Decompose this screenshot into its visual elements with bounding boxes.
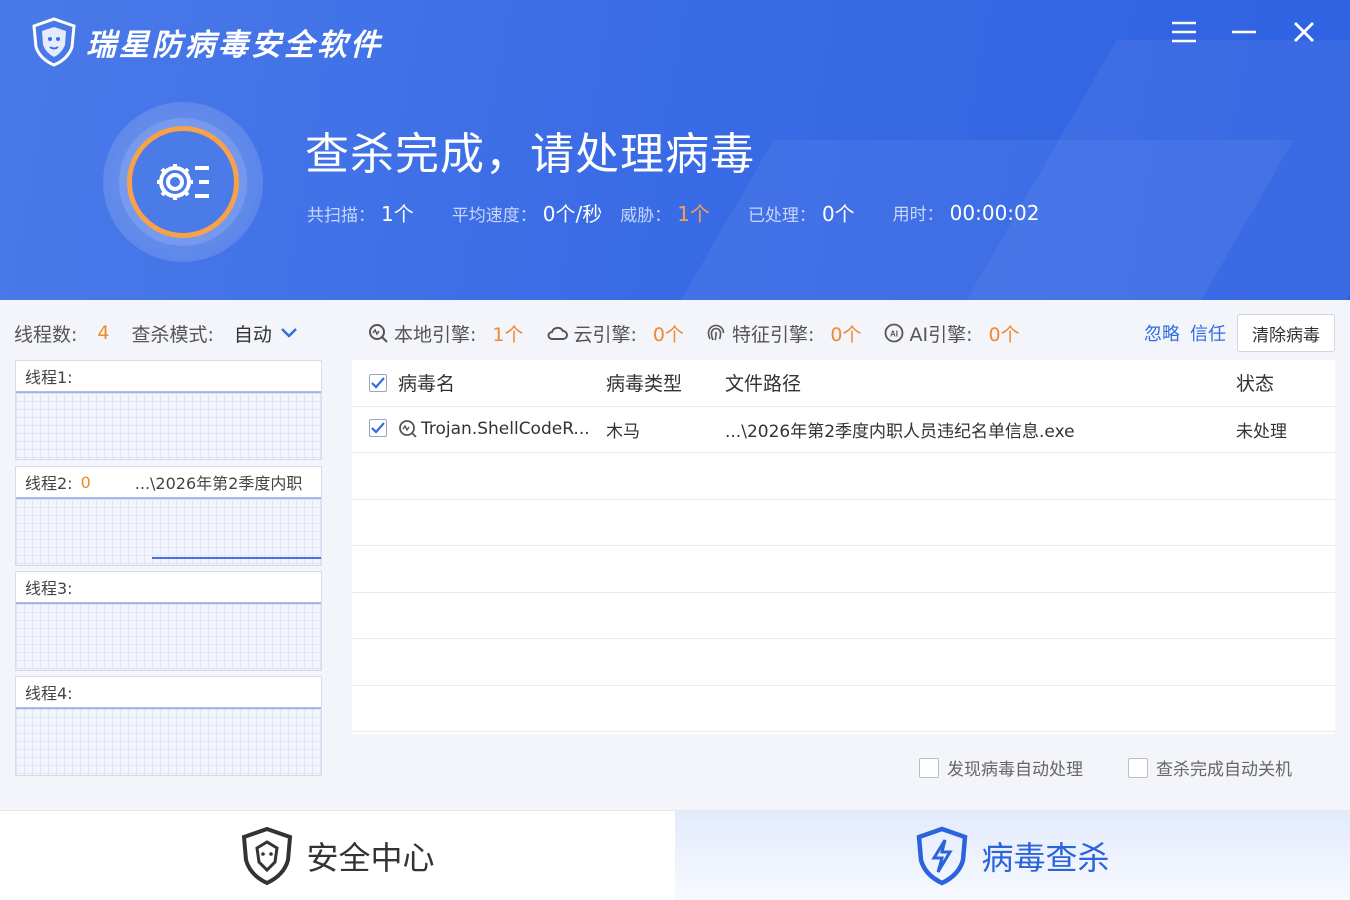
column-header-status[interactable]: 状态 xyxy=(1236,369,1274,396)
local-engine-icon xyxy=(369,324,388,343)
tab-virus-scan[interactable]: 病毒查杀 xyxy=(675,811,1350,900)
select-all-checkbox[interactable] xyxy=(369,372,387,394)
scan-mode-dropdown[interactable]: 自动 xyxy=(234,320,298,347)
table-row-empty xyxy=(352,593,1335,639)
thread-activity-graph xyxy=(16,498,321,565)
table-row-empty xyxy=(352,546,1335,593)
thread-activity-graph xyxy=(16,603,321,670)
thread-monitor-4: 线程4: xyxy=(15,676,322,776)
tab-security-center[interactable]: 安全中心 xyxy=(0,811,675,900)
clear-virus-button[interactable]: 清除病毒 xyxy=(1237,314,1335,352)
header-banner: 瑞星防病毒安全软件 查杀完成，请处理病毒 共扫描： 1个 平均速度： 0个/秒 … xyxy=(0,0,1350,300)
thread-activity-graph xyxy=(16,708,321,775)
engine-local: 本地引擎: 1个 xyxy=(368,320,524,347)
engine-signature: 特征引擎: 0个 xyxy=(706,320,862,347)
engine-cloud: 云引擎: 0个 xyxy=(546,320,684,347)
stat-scanned: 共扫描： 1个 xyxy=(307,202,414,226)
thread-monitor-1: 线程1: xyxy=(15,360,322,460)
column-header-virus-name[interactable]: 病毒名 xyxy=(398,369,455,396)
thread-count-value: 4 xyxy=(97,322,110,344)
thread-label: 线程1: xyxy=(25,368,73,387)
column-header-file-path[interactable]: 文件路径 xyxy=(725,369,801,396)
close-button[interactable] xyxy=(1274,12,1334,52)
engine-ai: AI AI引擎: 0个 xyxy=(884,320,1020,347)
auto-handle-option[interactable]: 发现病毒自动处理 xyxy=(919,755,1083,780)
auto-handle-label: 发现病毒自动处理 xyxy=(947,760,1083,780)
chevron-down-icon xyxy=(281,328,297,338)
threat-table: 病毒名 病毒类型 文件路径 状态 Trojan.ShellCodeR... 木马… xyxy=(352,360,1335,734)
table-row-empty xyxy=(352,500,1335,546)
table-row-empty xyxy=(352,453,1335,500)
scan-status-indicator xyxy=(103,102,263,262)
table-header-row: 病毒名 病毒类型 文件路径 状态 xyxy=(352,360,1335,407)
virus-name-cell: Trojan.ShellCodeR... xyxy=(398,419,590,439)
checkmark-icon xyxy=(371,422,385,434)
checkmark-icon xyxy=(371,377,385,389)
thread-current-file: ...\2026年第2季度内职 xyxy=(134,474,303,493)
virus-type-cell: 木马 xyxy=(606,421,640,442)
thread-file-count: 0 xyxy=(80,472,91,492)
app-title: 瑞星防病毒安全软件 xyxy=(86,28,383,63)
auto-shutdown-label: 查杀完成自动关机 xyxy=(1156,760,1292,780)
file-path-cell: ...\2026年第2季度内职人员违纪名单信息.exe xyxy=(725,421,1075,442)
thread-monitor-2: 线程2: 0 ...\2026年第2季度内职 xyxy=(15,466,322,566)
menu-button[interactable] xyxy=(1154,12,1214,52)
thread-toolbar: 线程数: 4 查杀模式: 自动 xyxy=(14,318,298,348)
row-checkbox[interactable] xyxy=(369,419,387,439)
minimize-icon xyxy=(1232,30,1256,34)
table-row-empty xyxy=(352,639,1335,686)
title-bar: 瑞星防病毒安全软件 xyxy=(30,16,383,68)
ai-icon: AI xyxy=(884,323,903,343)
stat-avg-speed: 平均速度： 0个/秒 xyxy=(451,202,603,226)
scan-mode-label: 查杀模式: xyxy=(131,323,214,346)
stat-threats: 威胁： 1个 xyxy=(620,202,710,226)
stat-handled: 已处理： 0个 xyxy=(747,202,855,226)
rising-lion-logo-icon xyxy=(32,17,76,67)
cloud-icon xyxy=(547,326,568,340)
thread-monitor-3: 线程3: xyxy=(15,571,322,671)
minimize-button[interactable] xyxy=(1214,12,1274,52)
close-icon xyxy=(1294,22,1314,42)
gear-settings-icon xyxy=(157,164,209,200)
thread-label: 线程3: xyxy=(25,579,73,598)
status-cell: 未处理 xyxy=(1236,421,1287,442)
menu-icon xyxy=(1172,21,1196,43)
ignore-link[interactable]: 忽略 xyxy=(1144,320,1180,346)
thread-activity-graph xyxy=(16,392,321,459)
threat-actions: 忽略 信任 xyxy=(1144,318,1236,348)
thread-label: 线程4: xyxy=(25,684,73,703)
trust-link[interactable]: 信任 xyxy=(1190,320,1226,346)
scan-stats: 共扫描： 1个 平均速度： 0个/秒 威胁： 1个 已处理： 0个 用时： 00:00:0… xyxy=(307,198,1078,227)
auto-shutdown-checkbox[interactable] xyxy=(1128,757,1148,778)
table-row-empty xyxy=(352,686,1335,732)
fingerprint-icon xyxy=(707,324,725,341)
thread-count-label: 线程数: xyxy=(14,323,78,346)
lion-shield-icon xyxy=(242,826,293,886)
thread-label: 线程2: xyxy=(25,474,73,493)
auto-handle-checkbox[interactable] xyxy=(919,757,939,778)
shield-bolt-icon xyxy=(917,826,968,886)
column-header-virus-type[interactable]: 病毒类型 xyxy=(606,369,682,396)
engine-stats-bar: 本地引擎: 1个 云引擎: 0个 特征引擎: 0个 AI AI引擎: 0个 xyxy=(368,318,1042,348)
table-row[interactable]: Trojan.ShellCodeR... 木马 ...\2026年第2季度内职人… xyxy=(352,407,1335,453)
auto-shutdown-option[interactable]: 查杀完成自动关机 xyxy=(1128,755,1292,780)
scan-detect-icon xyxy=(399,420,417,438)
scan-result-headline: 查杀完成，请处理病毒 xyxy=(305,129,755,180)
window-controls xyxy=(1154,12,1334,52)
bottom-nav: 安全中心 病毒查杀 xyxy=(0,810,1350,900)
svg-text:AI: AI xyxy=(890,330,898,339)
stat-elapsed: 用时： 00:00:02 xyxy=(892,201,1040,225)
